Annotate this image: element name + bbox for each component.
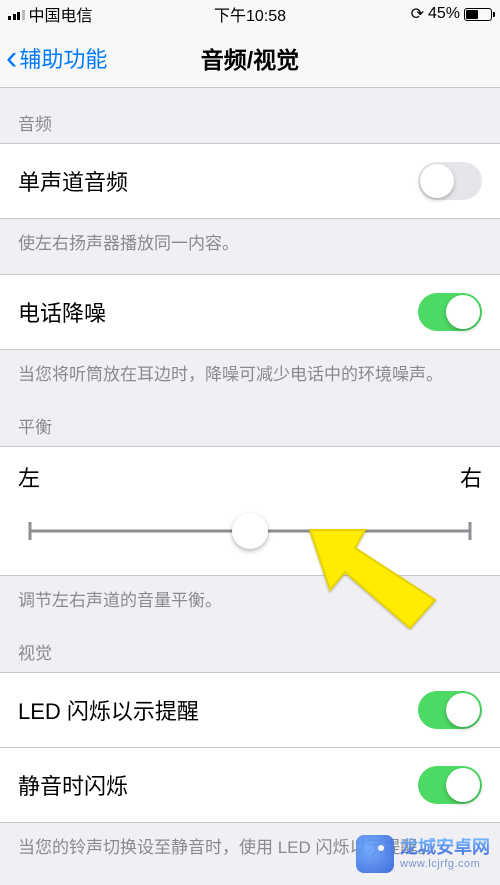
status-bar: 中国电信 下午10:58 ⟳ 45% [0, 0, 500, 28]
chevron-left-icon: ‹ [6, 41, 17, 75]
phone-noise-row[interactable]: 电话降噪 [0, 274, 500, 350]
mono-audio-toggle[interactable] [418, 162, 482, 200]
led-flash-toggle[interactable] [418, 691, 482, 729]
nav-bar: ‹ 辅助功能 音频/视觉 [0, 28, 500, 88]
flash-on-silent-toggle[interactable] [418, 766, 482, 804]
section-header-visual: 视觉 [0, 617, 500, 672]
back-button[interactable]: ‹ 辅助功能 [0, 41, 107, 75]
balance-thumb[interactable] [232, 513, 268, 549]
clock-label: 下午10:58 [214, 2, 286, 26]
balance-left-label: 左 [18, 461, 40, 493]
rotation-lock-icon: ⟳ [411, 4, 424, 24]
balance-block: 左 右 [0, 446, 500, 576]
signal-icon [8, 8, 25, 20]
section-header-audio: 音频 [0, 88, 500, 143]
section-header-balance: 平衡 [0, 391, 500, 446]
balance-footer: 调节左右声道的音量平衡。 [0, 576, 500, 617]
phone-noise-label: 电话降噪 [18, 296, 106, 328]
watermark-logo-icon [356, 835, 394, 873]
mono-audio-row[interactable]: 单声道音频 [0, 143, 500, 219]
balance-slider[interactable] [30, 513, 470, 549]
mono-audio-footer: 使左右扬声器播放同一内容。 [0, 219, 500, 260]
balance-right-label: 右 [460, 461, 482, 493]
mono-audio-label: 单声道音频 [18, 165, 128, 197]
flash-on-silent-row[interactable]: 静音时闪烁 [0, 748, 500, 823]
carrier-label: 中国电信 [29, 2, 93, 26]
battery-percent: 45% [428, 5, 460, 23]
back-label: 辅助功能 [19, 42, 107, 74]
watermark-title: 龙城安卓网 [400, 838, 490, 858]
watermark: 龙城安卓网 www.lcjrfg.com [356, 835, 490, 873]
flash-on-silent-label: 静音时闪烁 [18, 769, 128, 801]
phone-noise-footer: 当您将听筒放在耳边时，降噪可减少电话中的环境噪声。 [0, 350, 500, 391]
led-flash-row[interactable]: LED 闪烁以示提醒 [0, 672, 500, 748]
phone-noise-toggle[interactable] [418, 293, 482, 331]
battery-icon [464, 8, 492, 21]
led-flash-label: LED 闪烁以示提醒 [18, 694, 199, 726]
watermark-url: www.lcjrfg.com [400, 858, 490, 870]
